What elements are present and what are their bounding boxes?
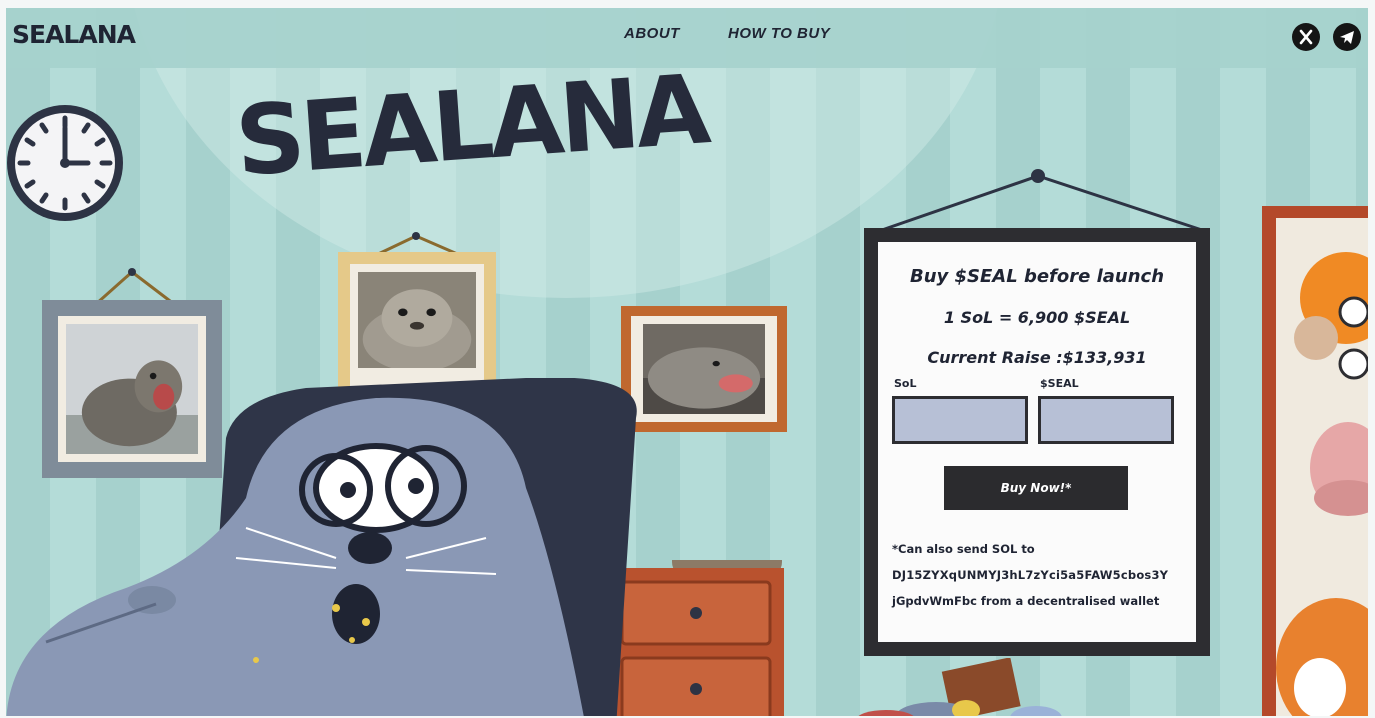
nav-link-about[interactable]: ABOUT [624, 25, 680, 42]
clock-icon [7, 105, 123, 221]
send-sol-note-end: jGpdvWmFbc from a decentralised wallet [892, 594, 1160, 608]
presale-panel: Buy $SEAL before launch 1 SoL = 6,900 $S… [878, 242, 1196, 642]
telegram-icon[interactable] [1333, 23, 1361, 51]
sol-amount-input[interactable] [892, 396, 1028, 444]
trash-pile [858, 658, 1062, 716]
brand-logo[interactable]: SEALANA [12, 20, 136, 49]
buy-now-button[interactable]: Buy Now!* [944, 466, 1128, 510]
door-characters [1276, 252, 1368, 716]
seal-character [6, 378, 637, 716]
presale-headline: Buy $SEAL before launch [909, 266, 1165, 287]
wallet-address: DJ15ZYXqUNMYJ3hL7zYci5a5FAW5cbos3Y [892, 568, 1169, 582]
page-scene: SEALANA ABOUT HOW TO BUY SEALANA Buy $SE… [6, 8, 1368, 716]
current-raise: Current Raise :$133,931 [927, 348, 1147, 367]
seal-field-label: $SEAL [1040, 377, 1079, 390]
presale-board: Buy $SEAL before launch 1 SoL = 6,900 $S… [864, 228, 1210, 656]
nav-link-how-to-buy[interactable]: HOW TO BUY [728, 25, 830, 42]
exchange-rate: 1 SoL = 6,900 $SEAL [943, 308, 1131, 327]
x-logo-icon[interactable] [1292, 23, 1320, 51]
board-wire [881, 169, 1203, 232]
send-sol-note: *Can also send SOL to [892, 542, 1035, 556]
sol-field-label: SoL [894, 377, 917, 390]
door [1262, 206, 1368, 716]
seal-amount-input[interactable] [1038, 396, 1174, 444]
